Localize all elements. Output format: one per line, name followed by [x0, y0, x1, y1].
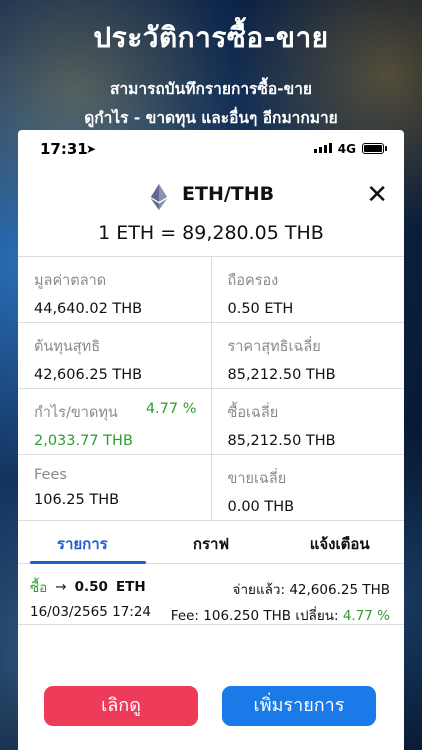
avg-net-price-label: ราคาสุทธิเฉลี่ย — [227, 339, 321, 355]
net-cost-label: ต้นทุนสุทธิ — [34, 339, 101, 355]
transaction-paid: จ่ายแล้ว: 42,606.25 THB — [232, 582, 390, 598]
stats-row: มูลค่าตลาด 44,640.02 THB ถือครอง 0.50 ET… — [18, 257, 404, 323]
profit-loss-cell: กำไร/ขาดทุน 4.77 % 2,033.77 THB — [18, 389, 211, 454]
battery-tip — [385, 146, 387, 151]
transaction-fee-change: Fee: 106.250 THB เปลี่ยน: 4.77 % — [171, 604, 390, 626]
status-bar: 17:31 ➤ 4G — [18, 130, 404, 170]
transaction-unit: ETH — [115, 579, 146, 595]
location-arrow-icon: ➤ — [86, 142, 97, 156]
avg-buy-label: ซื้อเฉลี่ย — [227, 405, 279, 421]
stats-row: Fees 106.25 THB ขายเฉลี่ย 0.00 THB — [18, 455, 404, 521]
profit-loss-value: 2,033.77 THB — [34, 433, 133, 449]
avg-buy-cell: ซื้อเฉลี่ย 85,212.50 THB — [210, 389, 405, 454]
avg-net-price-cell: ราคาสุทธิเฉลี่ย 85,212.50 THB — [210, 323, 405, 388]
promo-subtitle-1: สามารถบันทึกรายการซื้อ-ขาย — [110, 80, 312, 98]
transaction-row[interactable]: ซื้อ → 0.50 ETH จ่ายแล้ว: 42,606.25 THB … — [18, 564, 404, 625]
avg-sell-cell: ขายเฉลี่ย 0.00 THB — [210, 455, 405, 520]
holding-value: 0.50 ETH — [227, 301, 294, 317]
transaction-amount: 0.50 — [74, 579, 108, 595]
profit-loss-percent: 4.77 % — [145, 401, 197, 417]
holding-cell: ถือครอง 0.50 ETH — [210, 257, 405, 322]
tab-bar: รายการ กราฟ แจ้งเตือน — [18, 521, 404, 564]
stats-row: ต้นทุนสุทธิ 42,606.25 THB ราคาสุทธิเฉลี่… — [18, 323, 404, 389]
avg-sell-label: ขายเฉลี่ย — [227, 471, 287, 487]
avg-sell-value: 0.00 THB — [227, 499, 295, 515]
transaction-side: ซื้อ — [30, 580, 48, 596]
promo-title: ประวัติการซื้อ-ขาย — [93, 21, 329, 54]
promo-subtitle-2: ดูกำไร - ขาดทุน และอื่นๆ อีกมากมาย — [84, 109, 338, 127]
transaction-summary: ซื้อ → 0.50 ETH — [30, 576, 146, 598]
net-cost-cell: ต้นทุนสุทธิ 42,606.25 THB — [18, 323, 211, 388]
phone-screen: 17:31 ➤ 4G ETH/THB ✕ 1 ETH = 89,280.05 T… — [18, 130, 404, 750]
add-transaction-button[interactable]: เพิ่มรายการ — [222, 686, 376, 726]
unwatch-button[interactable]: เลิกดู — [44, 686, 198, 726]
tab-transactions[interactable]: รายการ — [18, 521, 147, 563]
market-value-label: มูลค่าตลาด — [34, 273, 107, 289]
transaction-fee: Fee: 106.250 THB — [170, 608, 292, 624]
holding-label: ถือครอง — [227, 273, 279, 289]
promo-header: ประวัติการซื้อ-ขาย สามารถบันทึกรายการซื้… — [0, 0, 422, 130]
battery-icon — [362, 143, 384, 154]
avg-net-price-value: 85,212.50 THB — [227, 367, 336, 383]
signal-icon — [314, 143, 332, 153]
fees-cell: Fees 106.25 THB — [18, 455, 211, 520]
close-icon[interactable]: ✕ — [366, 182, 388, 208]
ethereum-icon — [150, 184, 168, 210]
tab-chart[interactable]: กราฟ — [147, 521, 276, 563]
tab-alerts[interactable]: แจ้งเตือน — [275, 521, 404, 563]
market-value-cell: มูลค่าตลาด 44,640.02 THB — [18, 257, 211, 322]
market-value-value: 44,640.02 THB — [34, 301, 143, 317]
fees-label: Fees — [34, 467, 67, 483]
avg-buy-value: 85,212.50 THB — [227, 433, 336, 449]
stats-row: กำไร/ขาดทุน 4.77 % 2,033.77 THB ซื้อเฉลี… — [18, 389, 404, 455]
status-time: 17:31 — [40, 140, 88, 158]
transaction-date: 16/03/2565 17:24 — [30, 604, 152, 620]
stats-grid: มูลค่าตลาด 44,640.02 THB ถือครอง 0.50 ET… — [18, 256, 404, 521]
network-label: 4G — [337, 142, 356, 156]
pair-header: ETH/THB ✕ — [18, 170, 404, 220]
pair-title: ETH/THB — [182, 183, 275, 205]
arrow-right-icon: → — [55, 579, 67, 595]
fees-value: 106.25 THB — [34, 492, 120, 508]
transaction-change-label: เปลี่ยน: — [295, 608, 339, 624]
exchange-rate: 1 ETH = 89,280.05 THB — [98, 222, 324, 244]
transaction-change-value: 4.77 % — [342, 608, 390, 624]
net-cost-value: 42,606.25 THB — [34, 367, 143, 383]
